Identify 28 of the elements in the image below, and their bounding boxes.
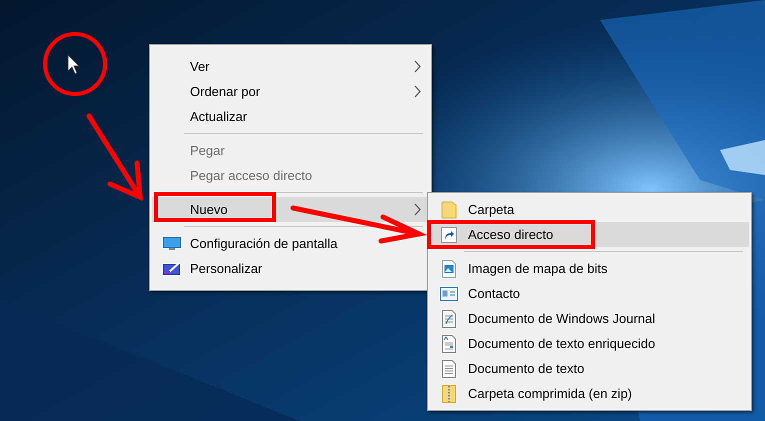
menu-item[interactable]: Actualizar bbox=[152, 104, 429, 129]
menu-item[interactable]: Documento de Windows Journal bbox=[430, 306, 749, 331]
chevron-right-icon bbox=[414, 203, 421, 216]
contact-card-icon bbox=[440, 286, 458, 300]
rich-text-file-icon bbox=[442, 334, 456, 352]
zip-folder-icon bbox=[442, 384, 456, 402]
shortcut-icon bbox=[441, 226, 457, 242]
menu-item[interactable]: Documento de texto enriquecido bbox=[430, 331, 749, 356]
journal-file-icon bbox=[442, 310, 456, 328]
menu-item[interactable]: Contacto bbox=[430, 281, 749, 306]
image-file-icon bbox=[442, 260, 456, 278]
pointer-icon bbox=[68, 54, 80, 74]
menu-item[interactable]: Documento de texto bbox=[430, 356, 749, 381]
menu-item[interactable]: Ordenar por bbox=[152, 79, 429, 104]
menu-item[interactable]: Carpeta comprimida (en zip) bbox=[430, 381, 749, 406]
menu-item[interactable]: Ver bbox=[152, 54, 429, 79]
menu-item[interactable]: Carpeta bbox=[430, 197, 749, 222]
chevron-right-icon bbox=[414, 85, 421, 98]
menu-item[interactable]: Imagen de mapa de bits bbox=[430, 256, 749, 281]
menu-item[interactable]: Configuración de pantalla bbox=[152, 231, 429, 256]
highlight-circle bbox=[43, 32, 107, 96]
menu-item[interactable]: Acceso directo bbox=[430, 222, 749, 247]
chevron-right-icon bbox=[414, 60, 421, 73]
folder-icon bbox=[441, 200, 457, 218]
text-file-icon bbox=[442, 360, 456, 378]
monitor-icon bbox=[163, 236, 181, 250]
personalize-icon bbox=[163, 262, 181, 276]
menu-item[interactable]: Personalizar bbox=[152, 256, 429, 281]
